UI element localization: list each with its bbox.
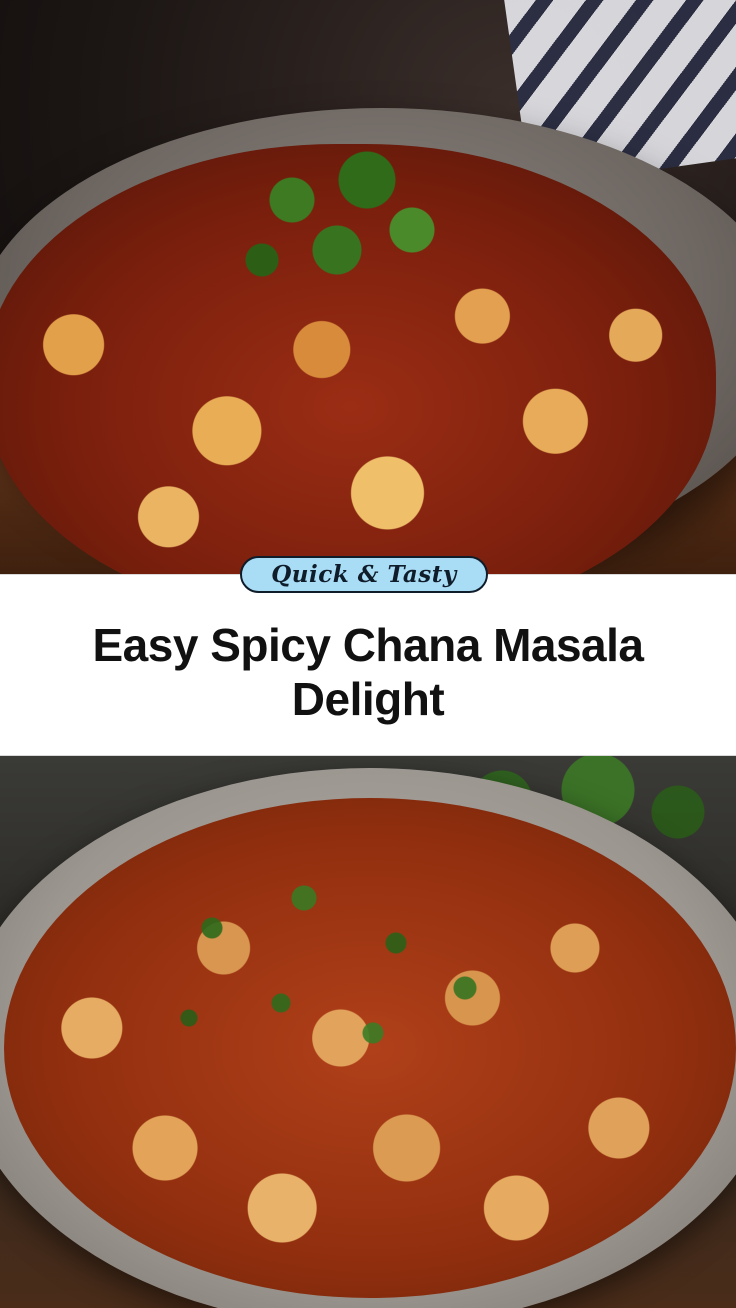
bottom-food-photo bbox=[0, 756, 736, 1308]
parsley-garnish bbox=[202, 120, 502, 320]
recipe-title: Easy Spicy Chana Masala Delight bbox=[92, 619, 644, 725]
recipe-pin: Easy Spicy Chana Masala Delight Quick & … bbox=[0, 0, 736, 1308]
ceramic-bowl bbox=[0, 768, 736, 1308]
stone-bowl bbox=[0, 108, 736, 574]
quick-tasty-badge: Quick & Tasty bbox=[240, 556, 488, 593]
badge-label: Quick & Tasty bbox=[271, 561, 457, 588]
title-band: Easy Spicy Chana Masala Delight bbox=[0, 574, 736, 756]
top-food-photo bbox=[0, 0, 736, 574]
herb-sprinkle bbox=[120, 838, 580, 1138]
